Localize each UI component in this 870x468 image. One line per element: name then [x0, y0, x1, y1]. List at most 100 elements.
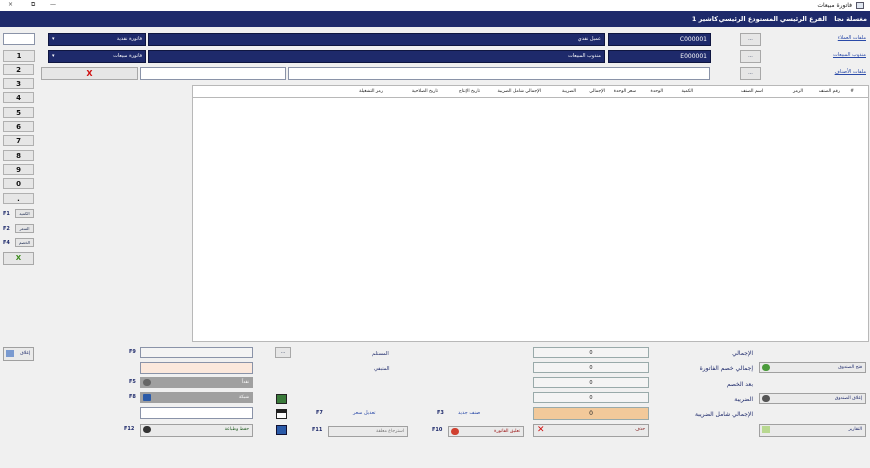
- item-search-input[interactable]: [288, 67, 710, 80]
- qty-mode-button[interactable]: الكمية: [15, 209, 34, 218]
- menu-warehouse[interactable]: المستودع الرئيسي: [719, 15, 778, 23]
- network-label: شبكة: [238, 395, 249, 400]
- restore-window-button[interactable]: ⧉: [31, 1, 35, 9]
- chevron-down-icon: ▾: [52, 36, 55, 42]
- close-form-label: إغلاق: [20, 351, 30, 356]
- column-header: الرمز: [793, 89, 803, 94]
- total-value: 0: [533, 347, 649, 358]
- drawer-icon[interactable]: [276, 409, 287, 419]
- barcode-input[interactable]: [140, 67, 286, 80]
- menu-company[interactable]: مغسلة نجا: [834, 15, 867, 23]
- save-icon[interactable]: [276, 425, 287, 435]
- cash-label: نقداً: [241, 380, 249, 385]
- calculator-icon[interactable]: [276, 394, 287, 404]
- clear-button[interactable]: X: [41, 67, 138, 80]
- doc-type-select[interactable]: فاتورة مبيعات ▾: [48, 50, 146, 63]
- column-header: الإجمالي: [589, 89, 605, 94]
- customer-name-field[interactable]: عميل نقدي: [148, 33, 605, 46]
- received-label: المستلم: [372, 351, 389, 357]
- keypad-key-8[interactable]: 8: [3, 150, 34, 161]
- item-browse-button[interactable]: ...: [740, 67, 761, 80]
- report-icon: [762, 426, 770, 433]
- f10-key-label: F10: [432, 427, 443, 433]
- price-edit-label[interactable]: تعديل سعر: [353, 410, 376, 416]
- minimize-window-button[interactable]: —: [50, 1, 56, 8]
- window-title: فاتورة مبيعات: [817, 2, 852, 9]
- exit-icon: [6, 350, 14, 357]
- customer-browse-button[interactable]: ...: [740, 33, 761, 46]
- keypad-key-9[interactable]: 9: [3, 164, 34, 175]
- cash-drawer-icon: [762, 364, 770, 371]
- grand-total-label: الإجمالي شامل الضريبة: [694, 411, 753, 418]
- customer-code-field[interactable]: C000001: [608, 33, 711, 46]
- after-discount-value: 0: [533, 377, 649, 388]
- network-payment-button[interactable]: شبكة: [140, 392, 253, 403]
- f1-key-label: F1: [3, 211, 10, 217]
- reference-input[interactable]: [140, 407, 253, 419]
- table-header: # رقم الصنف الرمز اسم الصنف الكمية الوحد…: [193, 86, 868, 98]
- price-mode-button[interactable]: السعر: [15, 224, 34, 233]
- invoice-type-select[interactable]: فاتورة نقدية ▾: [48, 33, 146, 46]
- rep-browse-button[interactable]: ...: [740, 50, 761, 63]
- received-amount-field[interactable]: [140, 347, 253, 358]
- close-form-button[interactable]: إغلاق: [3, 347, 34, 361]
- delete-button[interactable]: ✕ حذف: [533, 424, 649, 437]
- quantity-input[interactable]: [3, 33, 35, 45]
- column-header: الوحدة: [650, 89, 663, 94]
- column-header: رمز التشغيلة: [359, 89, 383, 94]
- sales-rep-link[interactable]: مندوب المبيعات: [833, 52, 866, 58]
- keypad-key-0[interactable]: 0: [3, 178, 34, 189]
- close-window-button[interactable]: ×: [8, 1, 13, 8]
- cash-payment-button[interactable]: نقداً: [140, 377, 253, 388]
- open-drawer-button[interactable]: فتح الصندوق: [759, 362, 866, 373]
- rep-name-field[interactable]: مندوب المبيعات: [148, 50, 605, 63]
- invoice-discount-value: 0: [533, 362, 649, 373]
- f11-key-label: F11: [312, 427, 323, 433]
- doc-type-value: فاتورة مبيعات: [113, 53, 142, 59]
- keypad-key-6[interactable]: 6: [3, 121, 34, 132]
- keypad-key-7[interactable]: 7: [3, 135, 34, 146]
- save-print-label: حفظ وطباعة: [224, 427, 249, 432]
- reports-label: التقارير: [848, 427, 862, 432]
- save-print-button[interactable]: حفظ وطباعة: [140, 424, 253, 437]
- menu-branch[interactable]: الفرع الرئيسي: [780, 15, 827, 23]
- reports-button[interactable]: التقارير: [759, 424, 866, 437]
- hold-invoice-label: تعليق الفاتورة: [494, 429, 520, 434]
- total-label: الإجمالي: [732, 350, 753, 357]
- menu-cashier[interactable]: كاشير 1: [692, 15, 718, 23]
- menu-bar: مغسلة نجا الفرع الرئيسي المستودع الرئيسي…: [0, 11, 870, 27]
- remaining-label: المتبقي: [374, 366, 390, 372]
- keypad-key-dot[interactable]: .: [3, 193, 34, 204]
- open-drawer-label: فتح الصندوق: [838, 365, 862, 370]
- cash-drawer-icon: [762, 395, 770, 402]
- keypad-key-3[interactable]: 3: [3, 78, 34, 89]
- keypad-key-4[interactable]: 4: [3, 92, 34, 103]
- app-icon: [856, 2, 864, 9]
- keypad-enter-button[interactable]: X: [3, 252, 34, 265]
- hold-invoice-button[interactable]: تعليق الفاتورة: [448, 426, 524, 437]
- recall-held-button[interactable]: استرجاع معلقة: [328, 426, 408, 437]
- items-table[interactable]: # رقم الصنف الرمز اسم الصنف الكمية الوحد…: [192, 85, 869, 342]
- received-browse-button[interactable]: ...: [275, 347, 291, 358]
- keypad-key-5[interactable]: 5: [3, 107, 34, 118]
- keypad-key-2[interactable]: 2: [3, 64, 34, 75]
- f7-key-label: F7: [316, 410, 323, 416]
- rep-code-field[interactable]: E000001: [608, 50, 711, 63]
- chevron-down-icon: ▾: [52, 53, 55, 59]
- customers-link[interactable]: ملفات العملاء: [838, 35, 866, 41]
- column-header: تاريخ الصلاحية: [411, 89, 438, 94]
- f2-key-label: F2: [3, 226, 10, 232]
- new-item-label[interactable]: صنف جديد: [458, 410, 480, 416]
- items-link[interactable]: ملفات الأصناف: [835, 69, 866, 75]
- close-drawer-button[interactable]: إغلاق الصندوق: [759, 393, 866, 404]
- discount-mode-button[interactable]: الخصم: [15, 238, 34, 247]
- remaining-amount-field: [140, 362, 253, 374]
- column-header: الضريبة: [561, 89, 576, 94]
- recall-held-label: استرجاع معلقة: [376, 429, 404, 434]
- column-header: #: [850, 89, 854, 94]
- keypad-key-1[interactable]: 1: [3, 50, 35, 62]
- f5-key-label: F5: [129, 379, 136, 385]
- column-header: الكمية: [681, 89, 693, 94]
- card-icon: [143, 394, 151, 401]
- close-drawer-label: إغلاق الصندوق: [834, 396, 862, 401]
